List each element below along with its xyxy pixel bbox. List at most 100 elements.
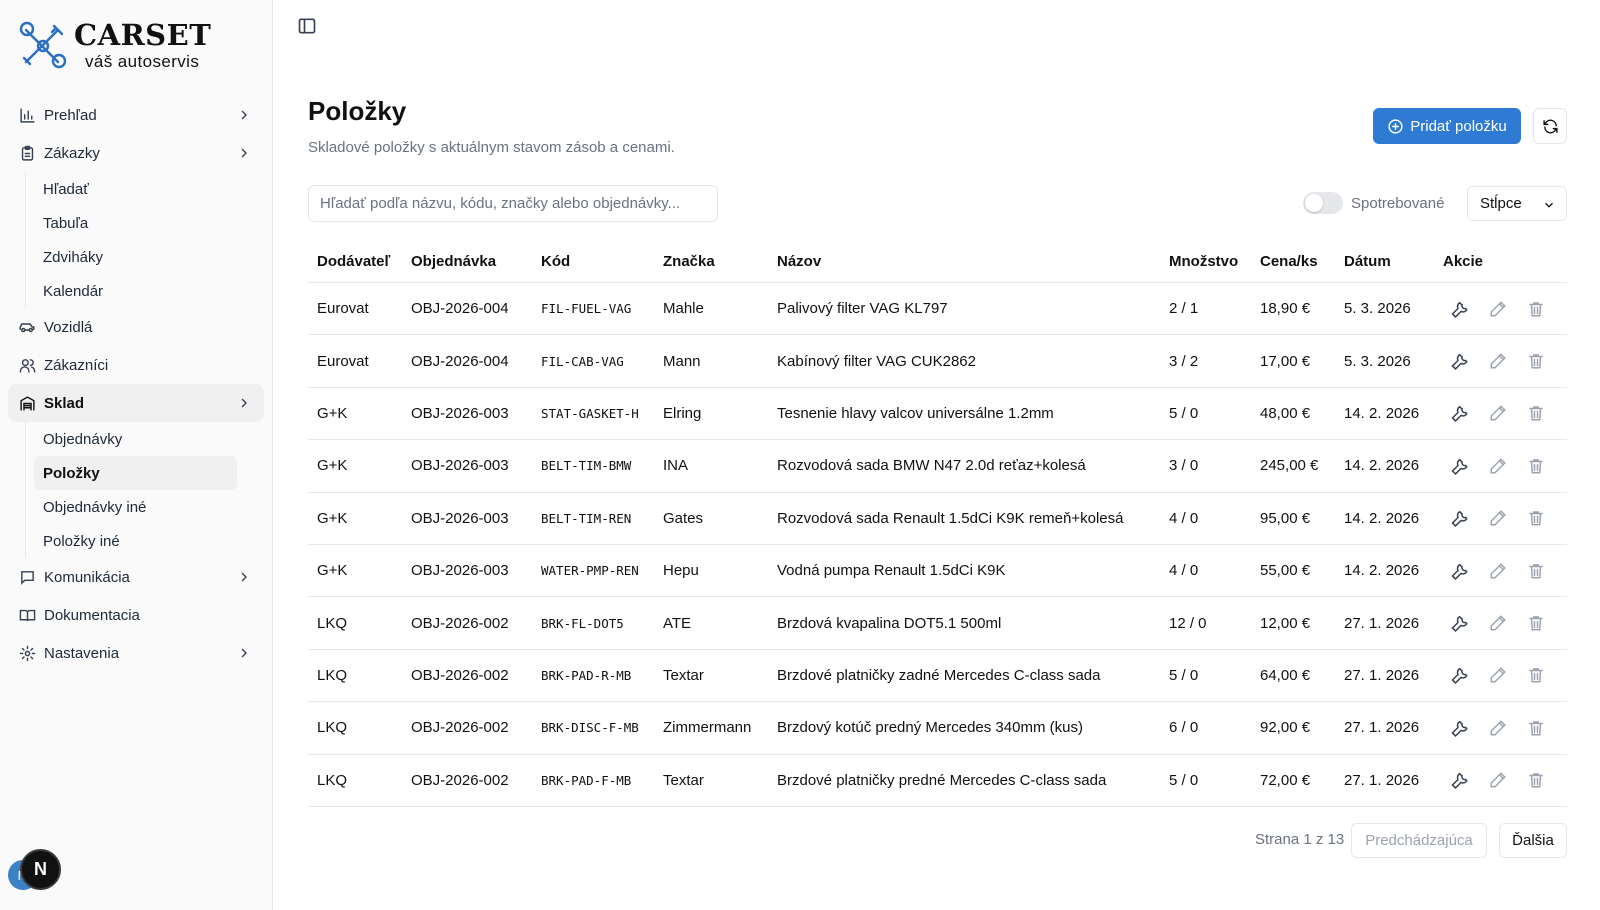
sidebar-subitem-objednavky[interactable]: Objednávky [34, 422, 237, 456]
supplier-cell: G+K [317, 457, 348, 475]
sidebar-item-zakazky[interactable]: Zákazky [8, 134, 264, 172]
columns-dropdown[interactable]: Stĺpce [1467, 186, 1567, 221]
table-row[interactable]: G+K OBJ-2026-003 STAT-GASKET-H Elring Tesnen… [308, 388, 1567, 441]
table-row[interactable]: G+K OBJ-2026-003 BELT-TIM-REN Gates Rozvodov… [308, 493, 1567, 545]
edit-pencil-icon[interactable] [1489, 509, 1507, 527]
users-icon [18, 356, 36, 374]
next-page-button[interactable]: Ďalšia [1499, 823, 1567, 858]
sidebar-subitem-polozky[interactable]: Položky [34, 456, 237, 490]
delete-trash-icon[interactable] [1527, 352, 1545, 370]
page-subtitle: Skladové položky s aktuálnym stavom záso… [308, 139, 675, 156]
brand-cell: Zimmermann [663, 719, 752, 737]
use-item-wrench-icon[interactable] [1451, 719, 1469, 737]
row-actions [1434, 457, 1567, 475]
sidebar-item-vozidla[interactable]: Vozidlá [8, 308, 264, 346]
use-item-wrench-icon[interactable] [1451, 300, 1469, 318]
toggle-switch[interactable] [1303, 192, 1343, 214]
brand-cell: ATE [663, 614, 692, 632]
column-header[interactable]: Cena/ks [1251, 253, 1335, 270]
column-header[interactable]: Kód [532, 253, 654, 270]
name-cell: Brzdové platničky predné Mercedes C-clas… [777, 771, 1107, 789]
delete-trash-icon[interactable] [1527, 771, 1545, 789]
sidebar-item-sklad[interactable]: Sklad [8, 384, 264, 422]
supplier-cell: LKQ [317, 666, 348, 684]
table-row[interactable]: G+K OBJ-2026-003 WATER-PMP-REN Hepu Vodná pu… [308, 545, 1567, 598]
table-row[interactable]: Eurovat OBJ-2026-004 FIL-CAB-VAG Mann Kabíno… [308, 335, 1567, 388]
sidebar-subitem-polozky-ine[interactable]: Položky iné [34, 524, 237, 558]
row-actions [1434, 719, 1567, 737]
use-item-wrench-icon[interactable] [1451, 352, 1469, 371]
code-cell: BRK-DISC-F-MB [541, 720, 639, 736]
edit-pencil-icon[interactable] [1489, 666, 1507, 684]
delete-trash-icon[interactable] [1527, 300, 1545, 318]
add-item-button[interactable]: Pridať položku [1373, 108, 1521, 144]
delete-trash-icon[interactable] [1527, 666, 1545, 684]
edit-pencil-icon[interactable] [1489, 352, 1507, 370]
message-icon [18, 568, 36, 586]
previous-page-button[interactable]: Predchádzajúca [1351, 823, 1487, 858]
column-header[interactable]: Objednávka [402, 253, 532, 270]
sidebar-toggle-icon[interactable] [297, 16, 317, 36]
table-row[interactable]: LKQ OBJ-2026-002 BRK-DISC-F-MB Zimmermann Br… [308, 702, 1567, 755]
delete-trash-icon[interactable] [1527, 404, 1545, 422]
use-item-wrench-icon[interactable] [1451, 404, 1469, 423]
delete-trash-icon[interactable] [1527, 457, 1545, 475]
sidebar: CARSET váš autoservis Prehľad Zákazky Hľ… [0, 0, 273, 910]
edit-pencil-icon[interactable] [1489, 562, 1507, 580]
sidebar-nav: Prehľad Zákazky Hľadať Tabuľa Zdviháky K… [8, 96, 264, 672]
delete-trash-icon[interactable] [1527, 509, 1545, 527]
use-item-wrench-icon[interactable] [1451, 509, 1469, 528]
sidebar-item-dokumentacia[interactable]: Dokumentacia [8, 596, 264, 634]
consumed-toggle[interactable]: Spotrebované [1303, 192, 1444, 214]
delete-trash-icon[interactable] [1527, 614, 1545, 632]
row-actions [1434, 562, 1567, 580]
use-item-wrench-icon[interactable] [1451, 562, 1469, 580]
use-item-wrench-icon[interactable] [1451, 666, 1469, 685]
sidebar-item-zakaznici[interactable]: Zákazníci [8, 346, 264, 384]
table-row[interactable]: LKQ OBJ-2026-002 BRK-PAD-F-MB Textar Brzdové… [308, 755, 1567, 807]
edit-pencil-icon[interactable] [1489, 771, 1507, 789]
price-cell: 17,00 € [1260, 352, 1311, 370]
table-row[interactable]: Eurovat OBJ-2026-004 FIL-FUEL-VAG Mahle Pali… [308, 283, 1567, 336]
sidebar-subitem-tabula[interactable]: Tabuľa [34, 206, 237, 240]
sidebar-subitem-hladat[interactable]: Hľadať [34, 172, 237, 206]
date-cell: 5. 3. 2026 [1344, 352, 1411, 370]
use-item-wrench-icon[interactable] [1451, 457, 1469, 475]
table-row[interactable]: LKQ OBJ-2026-002 BRK-FL-DOT5 ATE Brzdová kva… [308, 597, 1567, 650]
edit-pencil-icon[interactable] [1489, 457, 1507, 475]
order-cell: OBJ-2026-003 [411, 457, 509, 475]
sidebar-subitem-objednavky-ine[interactable]: Objednávky iné [34, 490, 237, 524]
column-header[interactable]: Dátum [1335, 253, 1434, 270]
dev-tools-badge[interactable]: N [20, 849, 61, 890]
brand-cell: Mann [663, 352, 701, 370]
edit-pencil-icon[interactable] [1489, 614, 1507, 632]
use-item-wrench-icon[interactable] [1451, 614, 1469, 633]
chart-icon [18, 106, 36, 124]
brand-cell: Mahle [663, 300, 704, 318]
sidebar-subitem-kalendar[interactable]: Kalendár [34, 274, 237, 308]
table-row[interactable]: LKQ OBJ-2026-002 BRK-PAD-R-MB Textar Brzdové… [308, 650, 1567, 703]
search-input[interactable] [308, 185, 718, 222]
sidebar-item-komunikacia[interactable]: Komunikácia [8, 558, 264, 596]
brand-logo[interactable]: CARSET váš autoservis [18, 20, 211, 72]
brand-title: CARSET [74, 18, 212, 52]
edit-pencil-icon[interactable] [1489, 300, 1507, 318]
column-header[interactable]: Dodávateľ [308, 253, 402, 270]
column-header[interactable]: Množstvo [1160, 253, 1251, 270]
refresh-button[interactable] [1533, 108, 1567, 144]
use-item-wrench-icon[interactable] [1451, 771, 1469, 790]
table-row[interactable]: G+K OBJ-2026-003 BELT-TIM-BMW INA Rozvodová … [308, 440, 1567, 493]
edit-pencil-icon[interactable] [1489, 404, 1507, 422]
column-header[interactable]: Názov [768, 253, 1160, 270]
price-cell: 245,00 € [1260, 457, 1319, 475]
sidebar-subitem-zdvihaky[interactable]: Zdviháky [34, 240, 237, 274]
sidebar-item-nastavenia[interactable]: Nastavenia [8, 634, 264, 672]
column-header[interactable]: Značka [654, 253, 768, 270]
row-actions [1434, 666, 1567, 685]
delete-trash-icon[interactable] [1527, 562, 1545, 580]
edit-pencil-icon[interactable] [1489, 719, 1507, 737]
toggle-label: Spotrebované [1351, 194, 1445, 212]
delete-trash-icon[interactable] [1527, 719, 1545, 737]
supplier-cell: G+K [317, 404, 348, 422]
sidebar-item-prehlad[interactable]: Prehľad [8, 96, 264, 134]
